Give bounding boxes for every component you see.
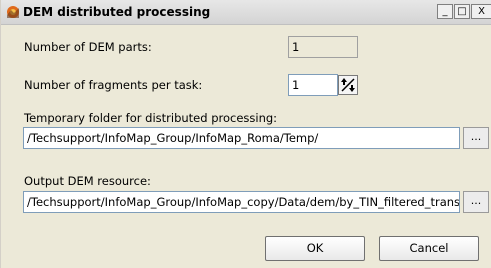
dialog-window: DEM distributed processing _ □ X Number … <box>0 0 491 268</box>
spin-arrows-icon[interactable] <box>338 75 358 95</box>
fragments-per-task-input[interactable]: 1 <box>288 74 338 96</box>
output-resource-browse-button[interactable]: ... <box>463 191 489 213</box>
fragments-per-task-label: Number of fragments per task: <box>24 78 203 92</box>
dem-app-icon <box>5 4 21 20</box>
temp-folder-label: Temporary folder for distributed process… <box>24 111 278 125</box>
minimize-button[interactable]: _ <box>437 4 453 19</box>
dem-parts-label: Number of DEM parts: <box>24 40 152 54</box>
maximize-button[interactable]: □ <box>454 4 470 19</box>
title-bar[interactable]: DEM distributed processing _ □ X <box>1 0 491 25</box>
temp-folder-browse-button[interactable]: ... <box>463 127 489 149</box>
ok-button[interactable]: OK <box>265 236 365 261</box>
dem-parts-field: 1 <box>288 36 358 58</box>
output-resource-label: Output DEM resource: <box>24 174 151 188</box>
temp-folder-input[interactable]: /Techsupport/InfoMap_Group/InfoMap_Roma/… <box>23 127 460 149</box>
cancel-button[interactable]: Cancel <box>379 236 479 261</box>
output-resource-input[interactable]: /Techsupport/InfoMap_Group/InfoMap_copy/… <box>23 191 460 213</box>
close-button[interactable]: X <box>471 4 491 19</box>
window-title: DEM distributed processing <box>23 5 211 19</box>
